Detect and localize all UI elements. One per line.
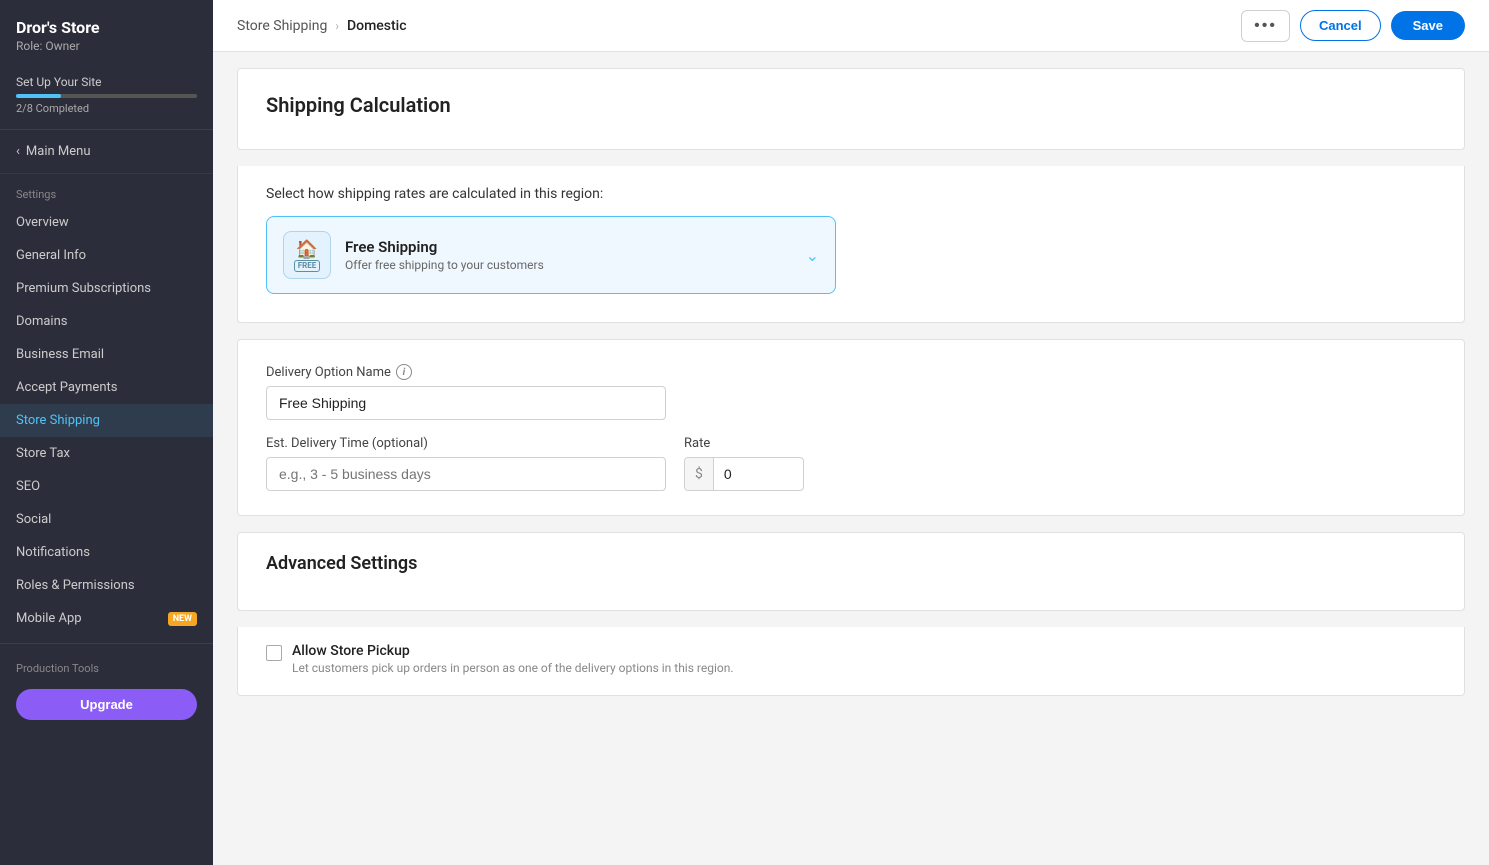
info-icon[interactable]: i [396,364,412,380]
delivery-option-name-input[interactable] [266,386,666,420]
top-bar-actions: ••• Cancel Save [1241,10,1465,42]
progress-text: 2/8 Completed [16,102,197,115]
main-menu-label: Main Menu [26,144,91,159]
shipping-calculation-card: Shipping Calculation [237,68,1465,150]
form-row-time-rate: Est. Delivery Time (optional) Rate $ [266,436,1436,491]
main-content: Store Shipping › Domestic ••• Cancel Sav… [213,0,1489,865]
sidebar-item-social[interactable]: Social [0,503,213,536]
delivery-time-label: Est. Delivery Time (optional) [266,436,666,451]
rate-label: Rate [684,436,804,451]
delivery-time-input[interactable] [266,457,666,491]
allow-pickup-card: Allow Store Pickup Let customers pick up… [237,627,1465,696]
sidebar: Dror's Store Role: Owner Set Up Your Sit… [0,0,213,865]
nav-label-store-tax: Store Tax [16,446,70,461]
save-button[interactable]: Save [1391,11,1465,40]
shipping-options-card: Select how shipping rates are calculated… [237,166,1465,323]
store-name: Dror's Store [16,18,197,37]
sidebar-item-roles-permissions[interactable]: Roles & Permissions [0,569,213,602]
sidebar-item-mobile-app[interactable]: Mobile App NEW [0,602,213,635]
cancel-button[interactable]: Cancel [1300,10,1381,41]
sidebar-item-premium-subscriptions[interactable]: Premium Subscriptions [0,272,213,305]
shipping-option-left: 🏠 FREE Free Shipping Offer free shipping… [283,231,544,279]
nav-label-notifications: Notifications [16,545,90,560]
sidebar-item-store-shipping[interactable]: Store Shipping [0,404,213,437]
setup-section: Set Up Your Site 2/8 Completed [0,65,213,130]
allow-pickup-title: Allow Store Pickup [292,643,734,659]
delivery-form-card: Delivery Option Name i Est. Delivery Tim… [237,339,1465,516]
sidebar-item-domains[interactable]: Domains [0,305,213,338]
rate-prefix: $ [685,458,714,490]
sidebar-item-seo[interactable]: SEO [0,470,213,503]
more-button[interactable]: ••• [1241,10,1290,42]
progress-bar-bg [16,94,197,98]
sidebar-item-general-info[interactable]: General Info [0,239,213,272]
option-text: Free Shipping Offer free shipping to you… [345,238,544,272]
house-icon: 🏠 [296,239,318,260]
sidebar-item-accept-payments[interactable]: Accept Payments [0,371,213,404]
advanced-title: Advanced Settings [266,553,1436,574]
breadcrumb-store-shipping[interactable]: Store Shipping [237,18,327,34]
option-desc: Offer free shipping to your customers [345,258,544,272]
main-menu-button[interactable]: ‹ Main Menu [0,130,213,174]
nav-label-store-shipping: Store Shipping [16,413,100,428]
breadcrumb: Store Shipping › Domestic [237,18,407,34]
sidebar-item-business-email[interactable]: Business Email [0,338,213,371]
rate-input[interactable] [714,458,784,490]
upgrade-button[interactable]: Upgrade [16,689,197,720]
sidebar-item-notifications[interactable]: Notifications [0,536,213,569]
delivery-time-group: Est. Delivery Time (optional) [266,436,666,491]
nav-label-premium-subscriptions: Premium Subscriptions [16,281,151,296]
settings-section-label: Settings [0,174,213,206]
nav-label-social: Social [16,512,51,527]
nav-label-business-email: Business Email [16,347,104,362]
nav-label-domains: Domains [16,314,67,329]
sidebar-divider [0,643,213,644]
page-body: Shipping Calculation Select how shipping… [213,52,1489,865]
shipping-option-box[interactable]: 🏠 FREE Free Shipping Offer free shipping… [266,216,836,294]
nav-label-accept-payments: Accept Payments [16,380,117,395]
rate-input-wrapper: $ [684,457,804,491]
breadcrumb-separator: › [335,19,339,33]
allow-pickup-label-group: Allow Store Pickup Let customers pick up… [292,643,734,675]
top-bar: Store Shipping › Domestic ••• Cancel Sav… [213,0,1489,52]
new-badge: NEW [168,612,197,626]
allow-pickup-row: Allow Store Pickup Let customers pick up… [266,643,1436,675]
rate-group: Rate $ [684,436,804,491]
nav-label-roles-permissions: Roles & Permissions [16,578,135,593]
store-role: Role: Owner [16,39,197,53]
delivery-option-name-label: Delivery Option Name i [266,364,1436,380]
nav-label-mobile-app: Mobile App [16,611,82,626]
free-shipping-icon: 🏠 FREE [283,231,331,279]
nav-label-seo: SEO [16,479,40,494]
option-title: Free Shipping [345,238,544,256]
setup-label: Set Up Your Site [16,75,197,89]
breadcrumb-current: Domestic [347,18,407,34]
select-label: Select how shipping rates are calculated… [266,186,1436,202]
sidebar-top: Dror's Store Role: Owner [0,0,213,65]
sidebar-item-overview[interactable]: Overview [0,206,213,239]
nav-label-general-info: General Info [16,248,86,263]
production-tools-label: Production Tools [0,652,213,683]
progress-bar-fill [16,94,61,98]
chevron-down-icon: ⌄ [806,246,819,265]
free-label: FREE [294,260,321,272]
delivery-form-section: Delivery Option Name i Est. Delivery Tim… [266,364,1436,491]
advanced-settings-card: Advanced Settings [237,532,1465,611]
shipping-calc-title: Shipping Calculation [266,93,1436,117]
nav-label-overview: Overview [16,215,69,230]
sidebar-item-store-tax[interactable]: Store Tax [0,437,213,470]
chevron-left-icon: ‹ [16,144,20,159]
allow-pickup-desc: Let customers pick up orders in person a… [292,661,734,675]
allow-pickup-checkbox[interactable] [266,645,282,661]
delivery-option-name-group: Delivery Option Name i [266,364,1436,420]
